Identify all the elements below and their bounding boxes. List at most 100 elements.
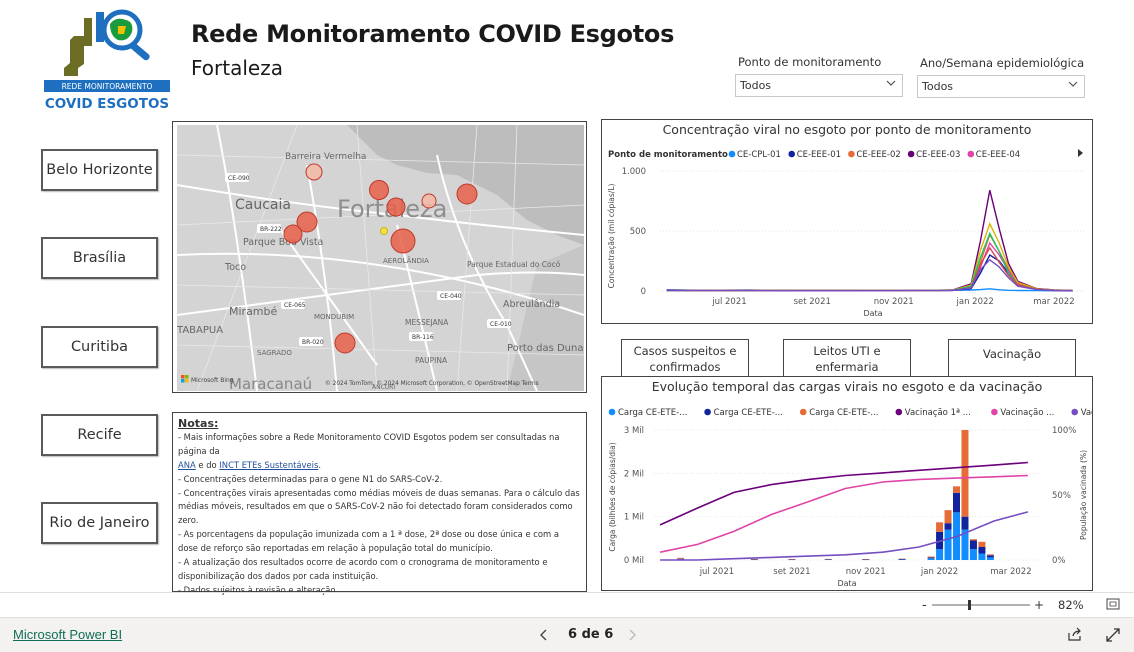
bar-segment[interactable] [944, 529, 952, 560]
x-tick-label: jul 2021 [711, 297, 746, 307]
legend-label: Vacinação 1ª ... [905, 408, 971, 418]
map-point[interactable] [334, 332, 356, 354]
bar-segment[interactable] [788, 559, 796, 560]
x-tick-label: jan 2022 [920, 567, 958, 577]
bar-segment[interactable] [824, 558, 832, 560]
bar-segment[interactable] [953, 486, 961, 493]
zoom-in-icon[interactable]: + [1034, 598, 1044, 612]
bar-segment[interactable] [898, 559, 906, 560]
bar-segment[interactable] [969, 549, 977, 560]
city-button-belo-horizonte[interactable]: Belo Horizonte [41, 149, 158, 191]
chevron-down-icon [1068, 81, 1078, 87]
inct-link[interactable]: INCT ETEs Sustentáveis [219, 460, 318, 470]
map-point[interactable] [283, 224, 303, 244]
powerbi-link[interactable]: Microsoft Power BI [13, 627, 122, 642]
map-label-messejana: MESSEJANA [405, 318, 449, 327]
legend-label: CE-CPL-01 [737, 150, 781, 160]
map-point[interactable] [380, 227, 388, 235]
y2-tick-label: 0% [1052, 556, 1066, 566]
tab-vacinacao[interactable]: Vacinação [948, 339, 1076, 378]
ponto-slicer[interactable]: Todos [735, 74, 903, 97]
x-tick-label: nov 2021 [874, 297, 914, 307]
city-button-recife[interactable]: Recife [41, 414, 158, 456]
bar-segment[interactable] [986, 554, 994, 556]
x-tick-label: jul 2021 [699, 567, 734, 577]
zoom-out-icon[interactable]: - [922, 598, 927, 612]
bar-segment[interactable] [944, 523, 952, 530]
load-vaccination-chart[interactable]: Evolução temporal das cargas virais no e… [601, 376, 1093, 591]
bar-segment[interactable] [961, 430, 969, 517]
legend-label: Carga CE-ETE-... [809, 408, 878, 418]
legend-marker [704, 408, 711, 416]
city-button-rio-de-janeiro[interactable]: Rio de Janeiro [41, 502, 158, 544]
bar-segment[interactable] [677, 558, 685, 560]
map-point[interactable] [390, 228, 416, 254]
bar-segment[interactable] [978, 553, 986, 561]
vaccination-line[interactable] [659, 461, 1028, 526]
bar-segment[interactable] [750, 558, 758, 560]
fit-page-icon[interactable] [1106, 598, 1120, 610]
bar-segment[interactable] [978, 541, 986, 547]
note-line: - Concentrações virais apresentadas como… [178, 487, 580, 526]
chevron-left-icon[interactable] [539, 629, 549, 641]
map-point[interactable] [421, 193, 437, 209]
legend-label: CE-EEE-03 [916, 150, 960, 160]
map-label-toco: Toco [224, 262, 246, 273]
bar-segment[interactable] [953, 492, 961, 513]
bar-segment[interactable] [927, 556, 935, 558]
notes-title: Notas: [178, 417, 219, 430]
semana-slicer[interactable]: Todos [917, 75, 1085, 98]
legend-marker [728, 150, 736, 158]
bar-segment[interactable] [936, 549, 944, 560]
bar-segment[interactable] [978, 547, 986, 554]
map-label-parque-estadual: Parque Estadual do Cocó [467, 260, 561, 269]
fullscreen-icon[interactable] [1106, 628, 1120, 642]
bar-segment[interactable] [677, 557, 685, 559]
city-button-brasilia[interactable]: Brasília [41, 237, 158, 279]
bottom-bar [0, 617, 1134, 652]
monitoring-map[interactable]: Barreira Vermelha Caucaia Fortaleza Parq… [172, 121, 587, 393]
bar-segment[interactable] [961, 516, 969, 530]
map-point[interactable] [369, 180, 389, 200]
city-button-curitiba[interactable]: Curitiba [41, 326, 158, 368]
chevron-right-icon[interactable] [627, 629, 637, 641]
map-point[interactable] [305, 163, 323, 181]
zoom-slider[interactable]: - + [922, 598, 1047, 612]
bar-segment[interactable] [986, 555, 994, 558]
series-line[interactable] [666, 232, 1073, 292]
map-label-abreulandia: Abreulândia [503, 299, 560, 310]
bar-segment[interactable] [936, 522, 944, 532]
bar-segment[interactable] [898, 558, 906, 560]
concentration-chart[interactable]: Concentração viral no esgoto por ponto d… [601, 119, 1093, 324]
road-ce-040: CE-040 [440, 293, 462, 300]
bar-segment[interactable] [927, 557, 935, 559]
network-logo: REDE MONITORAMENTO COVID ESGOTOS [44, 8, 170, 112]
tab-leitos[interactable]: Leitos UTI e enfermaria [783, 339, 911, 378]
logo-line2: COVID ESGOTOS [45, 96, 169, 112]
y-tick-label: 3 Mil [624, 426, 644, 436]
bar-segment[interactable] [986, 557, 994, 560]
road-br-222: BR-222 [260, 226, 282, 233]
legend-next-icon[interactable] [1078, 149, 1083, 157]
map-point[interactable] [386, 197, 406, 217]
tab-casos[interactable]: Casos suspeitos e confirmados [621, 339, 749, 378]
ana-link[interactable]: ANA [178, 460, 196, 470]
ponto-slicer-value: Todos [740, 79, 772, 92]
series-line[interactable] [666, 231, 1073, 292]
legend-marker [788, 150, 795, 158]
note-line: - A atualização dos resultados ocorre de… [178, 557, 548, 581]
zoom-handle[interactable] [968, 600, 971, 610]
map-label-porto: Porto das Dunas [507, 343, 584, 354]
y2-tick-label: 50% [1052, 491, 1071, 501]
share-icon[interactable] [1067, 627, 1083, 642]
bar-segment[interactable] [944, 510, 952, 524]
map-point[interactable] [456, 183, 478, 205]
bar-segment[interactable] [969, 539, 977, 541]
bar-segment[interactable] [969, 540, 977, 550]
bar-segment[interactable] [862, 559, 870, 560]
x-axis-label: Data [863, 309, 882, 318]
bar-segment[interactable] [927, 558, 935, 560]
map-label-paupina: PAUPINA [415, 356, 448, 365]
series-line[interactable] [666, 241, 1073, 292]
map-ms-label: Microsoft Bing [191, 377, 234, 384]
